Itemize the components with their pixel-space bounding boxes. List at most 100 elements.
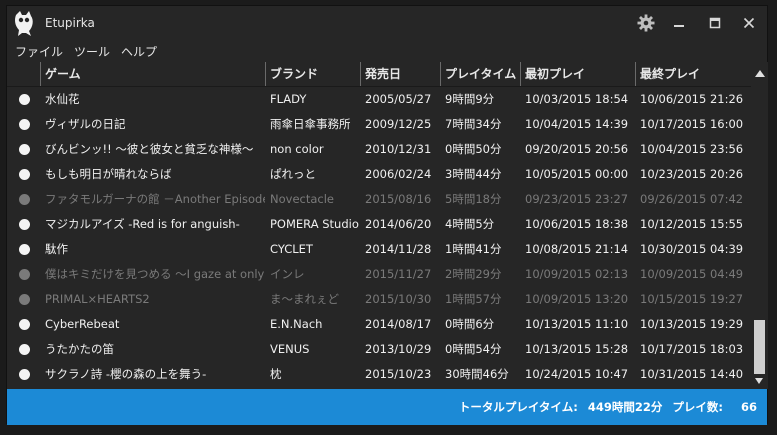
cell-release-date: 2014/08/17 bbox=[365, 317, 432, 331]
cell-last-play: 10/15/2015 19:27 bbox=[640, 292, 744, 306]
cell-playtime: 0時間6分 bbox=[445, 317, 495, 331]
cell-last-play: 10/17/2015 18:03 bbox=[640, 342, 744, 356]
column-header-brand[interactable]: ブランド bbox=[265, 62, 360, 86]
column-header-game[interactable]: ゲーム bbox=[40, 62, 265, 86]
cell-release-date: 2010/12/31 bbox=[365, 142, 432, 156]
cell-game: 水仙花 bbox=[45, 92, 80, 106]
cell-game: うたかたの笛 bbox=[45, 342, 114, 356]
cell-game: もしも明日が晴れならば bbox=[45, 167, 172, 181]
column-header-first-play[interactable]: 最初プレイ bbox=[520, 62, 635, 86]
table-row[interactable]: PRIMAL×HEARTS2 ま～まれぇど 2015/10/30 1時間57分 10/0… bbox=[7, 287, 751, 312]
cell-first-play: 09/23/2015 23:27 bbox=[525, 192, 629, 206]
settings-button[interactable] bbox=[635, 12, 657, 34]
status-dot-icon bbox=[19, 94, 30, 105]
total-playtime-value: 449時間22分 bbox=[587, 400, 663, 414]
close-icon bbox=[743, 17, 755, 29]
cell-release-date: 2009/12/25 bbox=[365, 117, 432, 131]
menu-bar: ファイル ツール ヘルプ bbox=[7, 40, 767, 60]
table-row[interactable]: マジカルアイズ -Red is for anguish- POMERA Studi… bbox=[7, 212, 751, 237]
cell-first-play: 10/05/2015 00:00 bbox=[525, 167, 629, 181]
column-header-release-date[interactable]: 発売日 bbox=[360, 62, 440, 86]
cell-last-play: 10/13/2015 19:29 bbox=[640, 317, 744, 331]
menu-tools[interactable]: ツール bbox=[74, 43, 110, 60]
cell-brand: POMERA Studio bbox=[270, 217, 359, 231]
status-dot-icon bbox=[19, 294, 30, 305]
table-row[interactable]: ヴィザルの日記 雨傘日傘事務所 2009/12/25 7時間34分 10/04/2015… bbox=[7, 112, 751, 137]
cell-release-date: 2006/02/24 bbox=[365, 167, 432, 181]
title-bar[interactable]: Etupirka bbox=[7, 6, 767, 40]
scrollbar-thumb[interactable] bbox=[754, 320, 765, 374]
cell-brand: E.N.Nach bbox=[270, 317, 323, 331]
cell-brand: ま～まれぇど bbox=[270, 292, 339, 306]
cell-first-play: 10/13/2015 15:28 bbox=[525, 342, 629, 356]
cell-first-play: 10/06/2015 18:38 bbox=[525, 217, 629, 231]
status-dot-icon bbox=[19, 169, 30, 180]
column-header-last-play[interactable]: 最終プレイ bbox=[635, 62, 751, 86]
cell-game: PRIMAL×HEARTS2 bbox=[45, 292, 150, 306]
status-dot-icon bbox=[19, 194, 30, 205]
play-count-value: 66 bbox=[740, 400, 757, 414]
cell-playtime: 4時間5分 bbox=[445, 217, 495, 231]
cell-release-date: 2014/11/28 bbox=[365, 242, 432, 256]
minimize-button[interactable] bbox=[668, 12, 690, 34]
cell-release-date: 2015/11/27 bbox=[365, 267, 432, 281]
table-row[interactable]: うたかたの笛 VENUS 2013/10/29 0時間54分 10/13/2015 15… bbox=[7, 337, 751, 362]
cell-first-play: 10/04/2015 14:39 bbox=[525, 117, 629, 131]
cell-game: 僕はキミだけを見つめる ～I gaze at only bbox=[45, 267, 265, 281]
table-row[interactable]: 水仙花 FLADY 2005/05/27 9時間9分 10/03/2015 18:54 1… bbox=[7, 87, 751, 112]
status-dot-icon bbox=[19, 344, 30, 355]
cell-brand: 枕 bbox=[270, 367, 282, 381]
cell-game: びんビンッ!! ～彼と彼女と貧乏な神様～ bbox=[45, 142, 254, 156]
cell-game: サクラノ詩 -櫻の森の上を舞う- bbox=[45, 367, 207, 381]
cell-first-play: 10/13/2015 11:10 bbox=[525, 317, 629, 331]
cell-release-date: 2015/10/30 bbox=[365, 292, 432, 306]
close-button[interactable] bbox=[738, 12, 760, 34]
cell-game: 駄作 bbox=[45, 242, 68, 256]
cell-playtime: 1時間57分 bbox=[445, 292, 502, 306]
cell-brand: non color bbox=[270, 142, 324, 156]
table-row[interactable]: 僕はキミだけを見つめる ～I gaze at only インレ 2015/11/27… bbox=[7, 262, 751, 287]
menu-file[interactable]: ファイル bbox=[15, 43, 63, 60]
status-dot-icon bbox=[19, 119, 30, 130]
vertical-scrollbar[interactable] bbox=[751, 62, 768, 389]
table-row[interactable]: ファタモルガーナの館 －Another Episode Novectacle 201… bbox=[7, 187, 751, 212]
cell-playtime: 30時間46分 bbox=[445, 367, 509, 381]
cell-first-play: 10/09/2015 02:13 bbox=[525, 267, 629, 281]
cell-last-play: 10/23/2015 20:26 bbox=[640, 167, 744, 181]
table-row[interactable]: びんビンッ!! ～彼と彼女と貧乏な神様～ non color 2010/12/31 0… bbox=[7, 137, 751, 162]
menu-help[interactable]: ヘルプ bbox=[121, 43, 157, 60]
maximize-icon bbox=[709, 17, 721, 29]
status-dot-icon bbox=[19, 319, 30, 330]
cell-release-date: 2015/10/23 bbox=[365, 367, 432, 381]
minimize-icon bbox=[674, 25, 684, 27]
table-row[interactable]: もしも明日が晴れならば ぱれっと 2006/02/24 3時間44分 10/05/201… bbox=[7, 162, 751, 187]
status-summary: トータルプレイタイム: 449時間22分 プレイ数: 66 bbox=[453, 399, 757, 415]
cell-playtime: 0時間50分 bbox=[445, 142, 502, 156]
cell-brand: 雨傘日傘事務所 bbox=[270, 117, 351, 131]
cell-brand: VENUS bbox=[270, 342, 310, 356]
cell-playtime: 3時間44分 bbox=[445, 167, 502, 181]
cell-playtime: 0時間54分 bbox=[445, 342, 502, 356]
cell-first-play: 10/09/2015 13:20 bbox=[525, 292, 629, 306]
maximize-button[interactable] bbox=[704, 12, 726, 34]
cell-game: CyberRebeat bbox=[45, 317, 120, 331]
scroll-down-arrow-icon[interactable] bbox=[755, 378, 763, 384]
column-header-playtime[interactable]: プレイタイム bbox=[440, 62, 520, 86]
cell-brand: ぱれっと bbox=[270, 167, 316, 181]
table-row[interactable]: 駄作 CYCLET 2014/11/28 1時間41分 10/08/2015 21:14… bbox=[7, 237, 751, 262]
cell-last-play: 10/17/2015 16:00 bbox=[640, 117, 744, 131]
cell-brand: CYCLET bbox=[270, 242, 313, 256]
cell-playtime: 9時間9分 bbox=[445, 92, 495, 106]
cell-first-play: 10/24/2015 10:47 bbox=[525, 367, 629, 381]
cell-last-play: 10/12/2015 15:55 bbox=[640, 217, 744, 231]
cell-release-date: 2014/06/20 bbox=[365, 217, 432, 231]
table-row[interactable]: CyberRebeat E.N.Nach 2014/08/17 0時間6分 10/13/… bbox=[7, 312, 751, 337]
table-row[interactable]: サクラノ詩 -櫻の森の上を舞う- 枕 2015/10/23 30時間46分 10/24/… bbox=[7, 362, 751, 387]
cell-game: ヴィザルの日記 bbox=[45, 117, 126, 131]
status-dot-icon bbox=[19, 269, 30, 280]
status-dot-icon bbox=[19, 144, 30, 155]
scroll-up-arrow-icon[interactable] bbox=[755, 70, 765, 77]
cell-last-play: 10/04/2015 23:56 bbox=[640, 142, 744, 156]
cell-game: マジカルアイズ -Red is for anguish- bbox=[45, 217, 240, 231]
cell-release-date: 2005/05/27 bbox=[365, 92, 432, 106]
